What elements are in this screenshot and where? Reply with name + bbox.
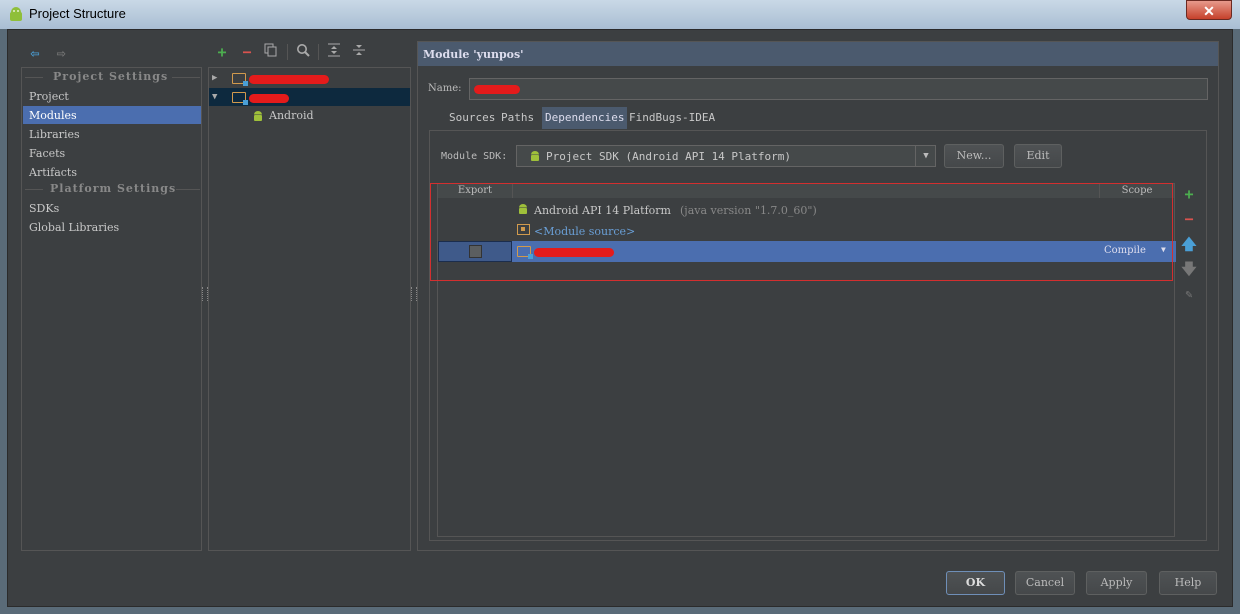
add-dependency-icon[interactable]: + xyxy=(1180,185,1198,203)
edit-pencil-icon[interactable]: ✎ xyxy=(1180,285,1198,303)
window-title: Project Structure xyxy=(29,6,126,21)
nav-item-artifacts[interactable]: Artifacts xyxy=(29,164,77,181)
nav-item-global-libraries[interactable]: Global Libraries xyxy=(29,219,119,236)
module-name-field[interactable] xyxy=(469,78,1208,100)
module-detail-panel: Module 'yunpos' Name: Sources Paths Depe… xyxy=(417,41,1219,551)
nav-item-project[interactable]: Project xyxy=(29,88,69,105)
android-studio-icon xyxy=(10,7,22,21)
apply-button[interactable]: Apply xyxy=(1086,571,1147,595)
module-tabs: Sources Paths Dependencies FindBugs-IDEA xyxy=(446,107,796,129)
window-close-button[interactable]: ✕ xyxy=(1186,0,1232,20)
forward-arrow-icon[interactable]: ⇨ xyxy=(52,44,70,62)
nav-item-facets[interactable]: Facets xyxy=(29,145,65,162)
redacted-module-name xyxy=(249,75,329,84)
add-icon[interactable]: + xyxy=(213,43,231,61)
move-down-icon[interactable]: 🡇 xyxy=(1180,260,1198,278)
dependencies-tab-content: Module SDK: Project SDK (Android API 14 … xyxy=(429,130,1207,541)
module-sdk-dropdown[interactable]: Project SDK (Android API 14 Platform) ▼ xyxy=(516,145,936,167)
module-sdk-value: Project SDK (Android API 14 Platform) xyxy=(546,150,792,163)
tree-collapse-arrow[interactable]: ▼ xyxy=(212,92,217,102)
copy-icon[interactable] xyxy=(262,43,280,61)
android-icon xyxy=(254,111,262,121)
move-up-icon[interactable]: 🡅 xyxy=(1180,235,1198,253)
tab-findbugs-idea[interactable]: FindBugs-IDEA xyxy=(626,107,718,129)
android-icon xyxy=(531,151,539,161)
project-settings-header: Project Settings xyxy=(53,70,169,83)
expand-all-icon[interactable] xyxy=(325,43,343,61)
platform-settings-header: Platform Settings xyxy=(50,182,177,195)
ok-button[interactable]: OK xyxy=(946,571,1005,595)
tree-item-android[interactable]: Android xyxy=(269,109,314,122)
settings-nav-panel: Project Settings Project Modules Librari… xyxy=(21,67,202,551)
remove-icon[interactable]: − xyxy=(238,43,256,61)
nav-item-modules[interactable]: Modules xyxy=(29,107,77,124)
module-folder-icon xyxy=(232,73,248,86)
nav-item-sdks[interactable]: SDKs xyxy=(29,200,59,217)
module-header-bar xyxy=(418,42,1218,66)
chevron-down-icon[interactable]: ▼ xyxy=(915,146,936,166)
window-titlebar: Project Structure ✕ xyxy=(0,0,1240,29)
redacted-name-value xyxy=(474,85,520,94)
remove-dependency-icon[interactable]: − xyxy=(1180,210,1198,228)
help-button[interactable]: Help xyxy=(1159,571,1217,595)
edit-sdk-button[interactable]: Edit xyxy=(1014,144,1062,168)
tab-dependencies[interactable]: Dependencies xyxy=(542,107,628,129)
collapse-all-icon[interactable] xyxy=(350,43,368,61)
module-tree-panel: ▶ ▼ Android xyxy=(208,67,411,551)
nav-item-libraries[interactable]: Libraries xyxy=(29,126,80,143)
tab-paths[interactable]: Paths xyxy=(498,107,537,129)
module-folder-icon xyxy=(232,92,248,105)
project-structure-dialog: ⇦ ⇨ Project Settings Project Modules Lib… xyxy=(7,29,1233,607)
new-sdk-button[interactable]: New... xyxy=(944,144,1004,168)
highlight-box xyxy=(430,183,1173,281)
search-icon[interactable] xyxy=(294,43,312,61)
cancel-button[interactable]: Cancel xyxy=(1015,571,1075,595)
module-sdk-label: Module SDK: xyxy=(441,151,508,162)
back-arrow-icon[interactable]: ⇦ xyxy=(26,44,44,62)
tree-expand-arrow[interactable]: ▶ xyxy=(212,73,217,83)
redacted-module-name xyxy=(249,94,289,103)
module-header-title: Module 'yunpos' xyxy=(423,48,524,61)
tab-sources[interactable]: Sources xyxy=(446,107,498,129)
name-label: Name: xyxy=(428,83,462,94)
